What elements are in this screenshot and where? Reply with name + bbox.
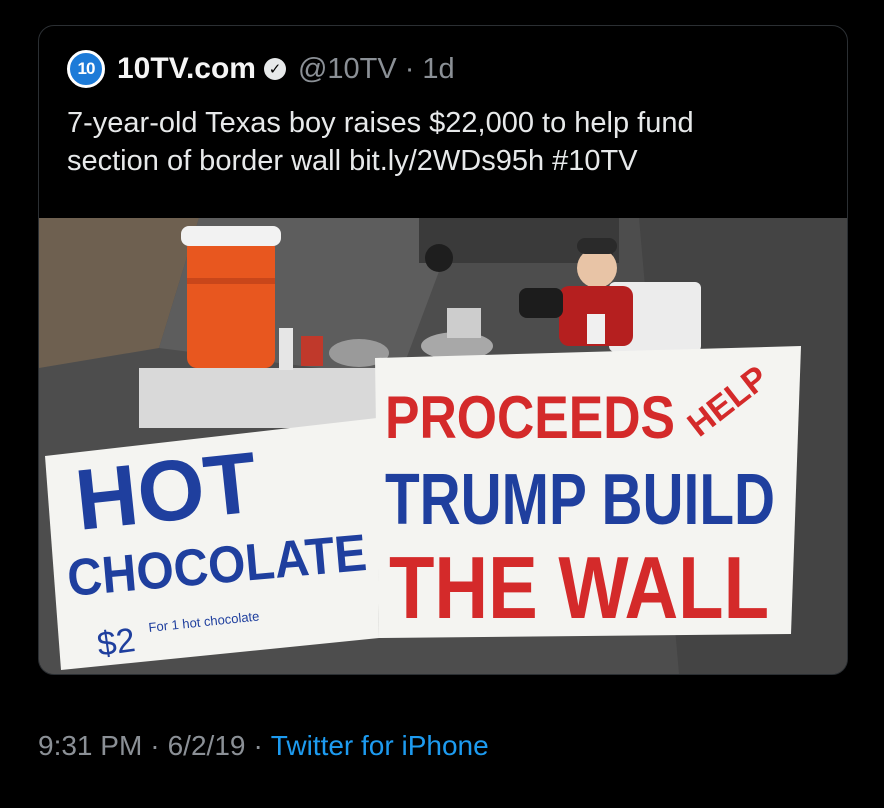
tweet-text: 7-year-old Texas boy raises $22,000 to h… (67, 104, 827, 180)
verified-badge-icon: ✓ (263, 58, 286, 80)
sign-hot-text: HOT (71, 434, 262, 548)
sign-proceeds-text: PROCEEDS (385, 384, 675, 451)
tweet-date[interactable]: 6/2/19 (168, 730, 246, 762)
sign-price-text: $2 (95, 621, 138, 664)
user-handle[interactable]: @10TV (298, 53, 397, 86)
tweet-source-link[interactable]: Twitter for iPhone (271, 730, 489, 762)
sign-trump-build-text: TRUMP BUILD (385, 460, 775, 540)
separator-dot: · (404, 52, 415, 85)
display-name[interactable]: 10TV.com (117, 52, 256, 86)
author-row: 10 10TV.com ✓ @10TV · 1d (67, 50, 827, 88)
tweet-text-line-2: section of border wall bit.ly/2WDs95h #1… (67, 145, 638, 177)
footer-separator: · (150, 730, 160, 761)
tweet-text-line-1: 7-year-old Texas boy raises $22,000 to h… (67, 107, 694, 139)
cooler (187, 238, 275, 368)
tweet-photo[interactable]: HOT CHOCOLATE $2 For 1 hot chocolate PRO… (39, 218, 847, 674)
tweet-header: 10 10TV.com ✓ @10TV · 1d 7-year-old Texa… (67, 50, 827, 180)
photo-illustration: HOT CHOCOLATE $2 For 1 hot chocolate PRO… (39, 218, 847, 674)
tweet-footer: 9:31 PM · 6/2/19 · Twitter for iPhone (38, 730, 489, 762)
tweet-age[interactable]: 1d (422, 53, 454, 86)
avatar[interactable]: 10 (67, 50, 105, 88)
footer-separator-2: · (253, 730, 263, 761)
tweet-card[interactable]: 10 10TV.com ✓ @10TV · 1d 7-year-old Texa… (38, 25, 848, 675)
sign-the-wall-text: THE WALL (389, 538, 769, 637)
tweet-time[interactable]: 9:31 PM (38, 730, 142, 762)
